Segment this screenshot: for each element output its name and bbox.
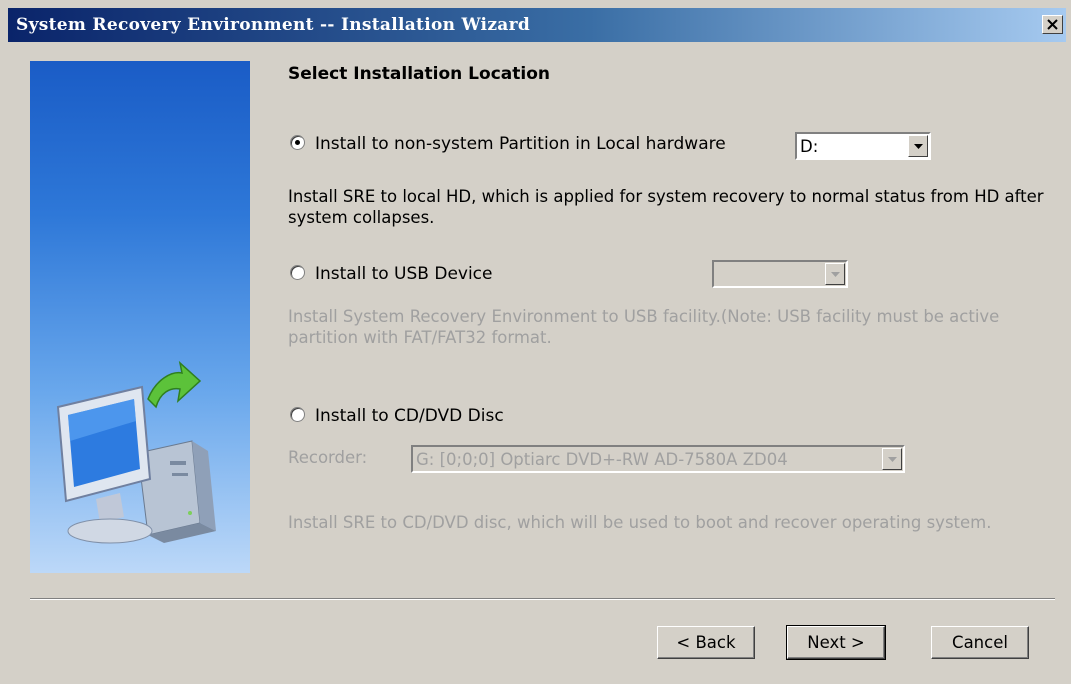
usb-dropdown-button[interactable] (825, 263, 845, 285)
wizard-window: System Recovery Environment -- Installat… (0, 0, 1071, 684)
back-button[interactable]: < Back (657, 626, 755, 659)
usb-device-description: Install System Recovery Environment to U… (288, 307, 1000, 347)
chevron-down-icon (888, 457, 897, 462)
computer-with-green-arrow-icon (56, 360, 216, 544)
wizard-side-image (30, 61, 250, 573)
partition-dropdown[interactable]: D: (795, 132, 931, 160)
chevron-down-icon (914, 144, 923, 149)
cd-dvd-option[interactable]: Install to CD/DVD Disc (290, 406, 504, 426)
cancel-button[interactable]: Cancel (931, 626, 1029, 659)
chevron-down-icon (831, 272, 840, 277)
recorder-dropdown-button[interactable] (882, 448, 902, 470)
recorder-label: Recorder: (288, 448, 368, 467)
recorder-dropdown[interactable]: G: [0;0;0] Optiarc DVD+-RW AD-7580A ZD04 (411, 445, 905, 473)
usb-device-radio[interactable] (290, 265, 305, 280)
separator (30, 598, 1055, 600)
cd-dvd-radio[interactable] (290, 407, 305, 422)
usb-device-label: Install to USB Device (315, 264, 493, 284)
local-partition-description: Install SRE to local HD, which is applie… (288, 187, 1044, 227)
partition-dropdown-button[interactable] (908, 135, 928, 157)
next-button[interactable]: Next > (786, 625, 886, 660)
local-partition-option[interactable]: Install to non-system Partition in Local… (290, 134, 726, 154)
close-icon (1047, 19, 1058, 30)
usb-device-option[interactable]: Install to USB Device (290, 264, 493, 284)
window-title: System Recovery Environment -- Installat… (16, 15, 531, 35)
local-partition-radio[interactable] (290, 135, 305, 150)
title-bar[interactable]: System Recovery Environment -- Installat… (8, 8, 1066, 42)
close-button[interactable] (1042, 15, 1063, 34)
usb-device-dropdown[interactable] (712, 260, 848, 288)
recorder-dropdown-value: G: [0;0;0] Optiarc DVD+-RW AD-7580A ZD04 (416, 450, 788, 469)
partition-dropdown-value: D: (800, 137, 819, 156)
page-heading: Select Installation Location (288, 64, 550, 84)
cd-dvd-description: Install SRE to CD/DVD disc, which will b… (288, 513, 992, 532)
local-partition-label: Install to non-system Partition in Local… (315, 134, 726, 154)
cd-dvd-label: Install to CD/DVD Disc (315, 406, 504, 426)
